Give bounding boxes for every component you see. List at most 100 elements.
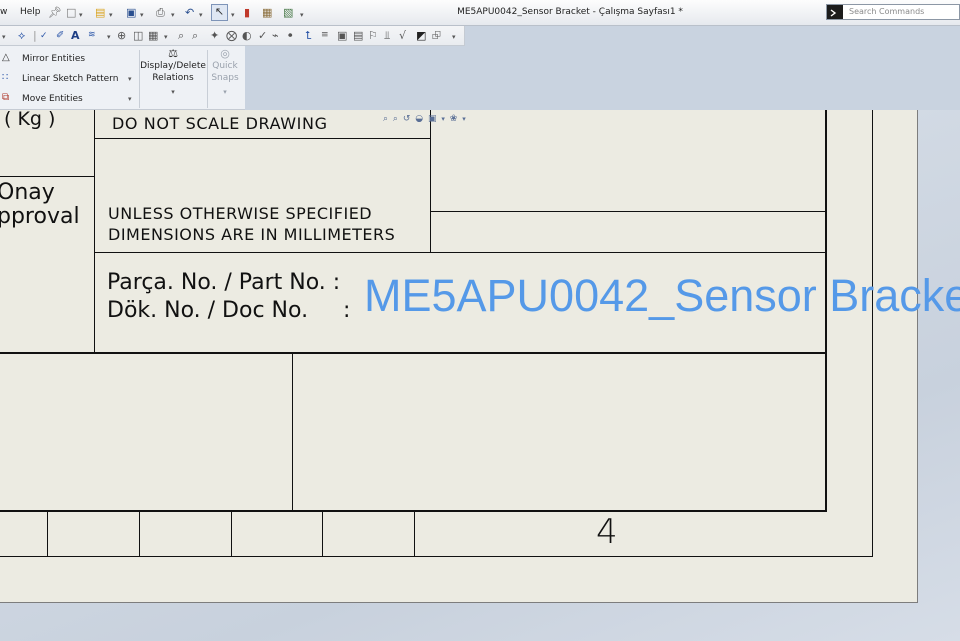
undo-icon[interactable]: ↶ xyxy=(185,6,194,19)
drawing-sheet[interactable]: ( Kg ) DO NOT SCALE DRAWING ⌕ ⌕ ↺ ◒ ▣ ▾ … xyxy=(0,108,960,603)
balloon-icon[interactable]: ≋ xyxy=(88,29,96,42)
smart-dimension-icon[interactable]: ⟡ xyxy=(18,29,25,42)
relations-label: Relations xyxy=(152,73,194,83)
chevron-down-icon[interactable]: ▾ xyxy=(79,9,83,22)
sheet-format-icon[interactable]: ▤ xyxy=(353,29,363,42)
previous-view-icon[interactable]: ↺ xyxy=(403,114,412,124)
title-bar: w Help 📌︎ □ ▾ ▤ ▾ ▣ ▾ ⎙ ▾ ↶ ▾ ↖ ▾ ▮ ▦ ▧ … xyxy=(0,0,960,26)
zoom-to-fit-icon[interactable]: ⌕ xyxy=(178,29,184,42)
open-folder-icon[interactable]: ▤ xyxy=(95,6,105,19)
center-mark-icon[interactable]: ⊕ xyxy=(117,29,126,42)
drawing-border-outer xyxy=(0,556,873,557)
chevron-down-icon[interactable]: ▾ xyxy=(109,9,113,22)
snaps-label: Snaps xyxy=(211,73,239,83)
part-number-text[interactable]: ME5APU0042_Sensor Bracket xyxy=(364,270,960,322)
search-commands-icon[interactable] xyxy=(827,5,843,19)
chevron-down-icon[interactable]: ▾ xyxy=(231,9,235,22)
zone-divider xyxy=(414,512,415,557)
file-properties-icon[interactable]: ▦ xyxy=(262,6,272,19)
display-style-icon[interactable]: ▣ xyxy=(428,114,438,124)
display-delete-relations-button[interactable]: ⚖ Display/Delete Relations ▾ xyxy=(140,48,206,98)
view-heads-up-toolbar[interactable]: ⌕ ⌕ ↺ ◒ ▣ ▾ ❀ ▾ xyxy=(383,114,467,124)
chevron-down-icon[interactable]: ▾ xyxy=(208,86,242,98)
datum-icon[interactable]: ◫ xyxy=(133,29,143,42)
chevron-down-icon[interactable]: ▾ xyxy=(140,9,144,22)
edit-appearance-icon[interactable]: ⌁ xyxy=(272,29,279,42)
zoom-area-icon[interactable]: ⌕ xyxy=(393,114,399,124)
rebuild-icon[interactable]: ▮ xyxy=(244,6,250,19)
zone-divider xyxy=(231,512,232,557)
doc-no-label: Dök. No. / Doc No. : xyxy=(107,298,351,323)
layer-icon[interactable]: ▣ xyxy=(337,29,347,42)
zone-divider xyxy=(47,512,48,557)
new-document-icon[interactable]: □ xyxy=(66,6,76,19)
search-input[interactable]: Search Commands xyxy=(849,7,924,16)
weld-symbol-icon[interactable]: ⫫ xyxy=(384,29,390,42)
chevron-down-icon[interactable]: ▾ xyxy=(462,115,467,123)
line-format-icon[interactable]: ≡ xyxy=(321,29,329,42)
sketch-ribbon: △ Mirror Entities ∷ Linear Sketch Patter… xyxy=(0,46,245,110)
insert-picture-icon[interactable]: ⚐ xyxy=(368,29,378,42)
hide-show-icon[interactable]: ✓ xyxy=(258,29,267,42)
view-settings-icon[interactable]: ❀ xyxy=(450,114,459,124)
sketch-toolbar: ▾ ⟡ | ✓ ✐ A ≋ ▾ ⊕ ◫ ▦ ▾ ⌕ ⌕ ✦ ⨂ ◐ ✓ ⌁ ⦁ … xyxy=(0,26,465,46)
menu-view[interactable]: w xyxy=(0,7,7,17)
display-style-icon[interactable]: ◐ xyxy=(242,29,252,42)
chevron-down-icon[interactable]: ▾ xyxy=(441,115,446,123)
approval-tr-label: Onay xyxy=(0,180,55,205)
separator: | xyxy=(33,29,37,42)
chevron-down-icon[interactable]: ▾ xyxy=(452,31,456,44)
print-icon[interactable]: ⎙ xyxy=(156,6,165,19)
save-icon[interactable]: ▣ xyxy=(126,6,136,19)
title-block-line xyxy=(430,110,431,252)
move-entities-label: Move Entities xyxy=(22,94,83,104)
section-view-icon[interactable]: ◒ xyxy=(415,114,424,124)
pattern-grid-icon: ∷ xyxy=(2,72,9,83)
surface-finish-icon[interactable]: √ xyxy=(399,29,406,42)
title-block-line xyxy=(94,110,95,352)
view-orientation-icon[interactable]: ✦ xyxy=(210,29,219,42)
menu-help[interactable]: Help xyxy=(20,7,41,17)
chevron-down-icon[interactable]: ▾ xyxy=(2,31,6,44)
title-block-line xyxy=(94,138,430,139)
zone-divider xyxy=(322,512,323,557)
quick-snaps-button[interactable]: ◎ Quick Snaps ▾ xyxy=(208,48,242,98)
move-entities-button[interactable]: ⧉ Move Entities ▾ xyxy=(0,90,138,108)
chevron-down-icon[interactable]: ▾ xyxy=(140,86,206,98)
search-commands-field[interactable]: Search Commands xyxy=(826,4,960,20)
spell-check-icon[interactable]: ✓ xyxy=(40,30,48,43)
table-icon[interactable]: ▦ xyxy=(148,29,158,42)
section-view-icon[interactable]: ⨂ xyxy=(226,29,237,42)
tolerance-note-line2: DIMENSIONS ARE IN MILLIMETERS xyxy=(108,225,396,244)
chevron-down-icon[interactable]: ▾ xyxy=(300,9,304,22)
note-icon[interactable]: A xyxy=(71,29,80,42)
hatch-icon[interactable]: ⦁ xyxy=(288,29,293,42)
axis-icon[interactable]: ⮤ xyxy=(305,29,312,42)
document-title: ME5APU0042_Sensor Bracket - Çalışma Sayf… xyxy=(457,7,683,17)
pushpin-icon[interactable]: 📌︎ xyxy=(48,6,62,19)
quick-label: Quick xyxy=(212,61,238,71)
linear-sketch-pattern-label: Linear Sketch Pattern xyxy=(22,74,119,84)
geometric-tolerance-icon[interactable]: ⮺ xyxy=(432,29,441,42)
chevron-down-icon[interactable]: ▾ xyxy=(171,9,175,22)
display-delete-label: Display/Delete xyxy=(140,61,206,71)
zoom-area-icon[interactable]: ⌕ xyxy=(192,29,198,42)
graphics-area[interactable]: ( Kg ) DO NOT SCALE DRAWING ⌕ ⌕ ↺ ◒ ▣ ▾ … xyxy=(0,108,960,641)
zoom-to-fit-icon[interactable]: ⌕ xyxy=(383,114,389,124)
mirror-entities-button[interactable]: △ Mirror Entities xyxy=(0,50,138,68)
linear-sketch-pattern-button[interactable]: ∷ Linear Sketch Pattern ▾ xyxy=(0,70,138,88)
chevron-down-icon[interactable]: ▾ xyxy=(164,31,168,44)
title-block-line xyxy=(292,352,293,511)
chevron-down-icon[interactable]: ▾ xyxy=(128,75,132,83)
title-block-line xyxy=(94,252,826,253)
options-icon[interactable]: ▧ xyxy=(283,6,293,19)
chevron-down-icon[interactable]: ▾ xyxy=(199,9,203,22)
ribbon-separator xyxy=(139,50,140,108)
chevron-down-icon[interactable]: ▾ xyxy=(107,31,111,44)
drawing-border-outer xyxy=(872,110,873,557)
chevron-down-icon[interactable]: ▾ xyxy=(128,95,132,103)
select-cursor-icon[interactable]: ↖ xyxy=(211,4,228,21)
block-icon[interactable]: ◩ xyxy=(416,29,426,42)
format-painter-icon[interactable]: ✐ xyxy=(56,29,64,42)
move-icon: ⧉ xyxy=(2,92,10,103)
